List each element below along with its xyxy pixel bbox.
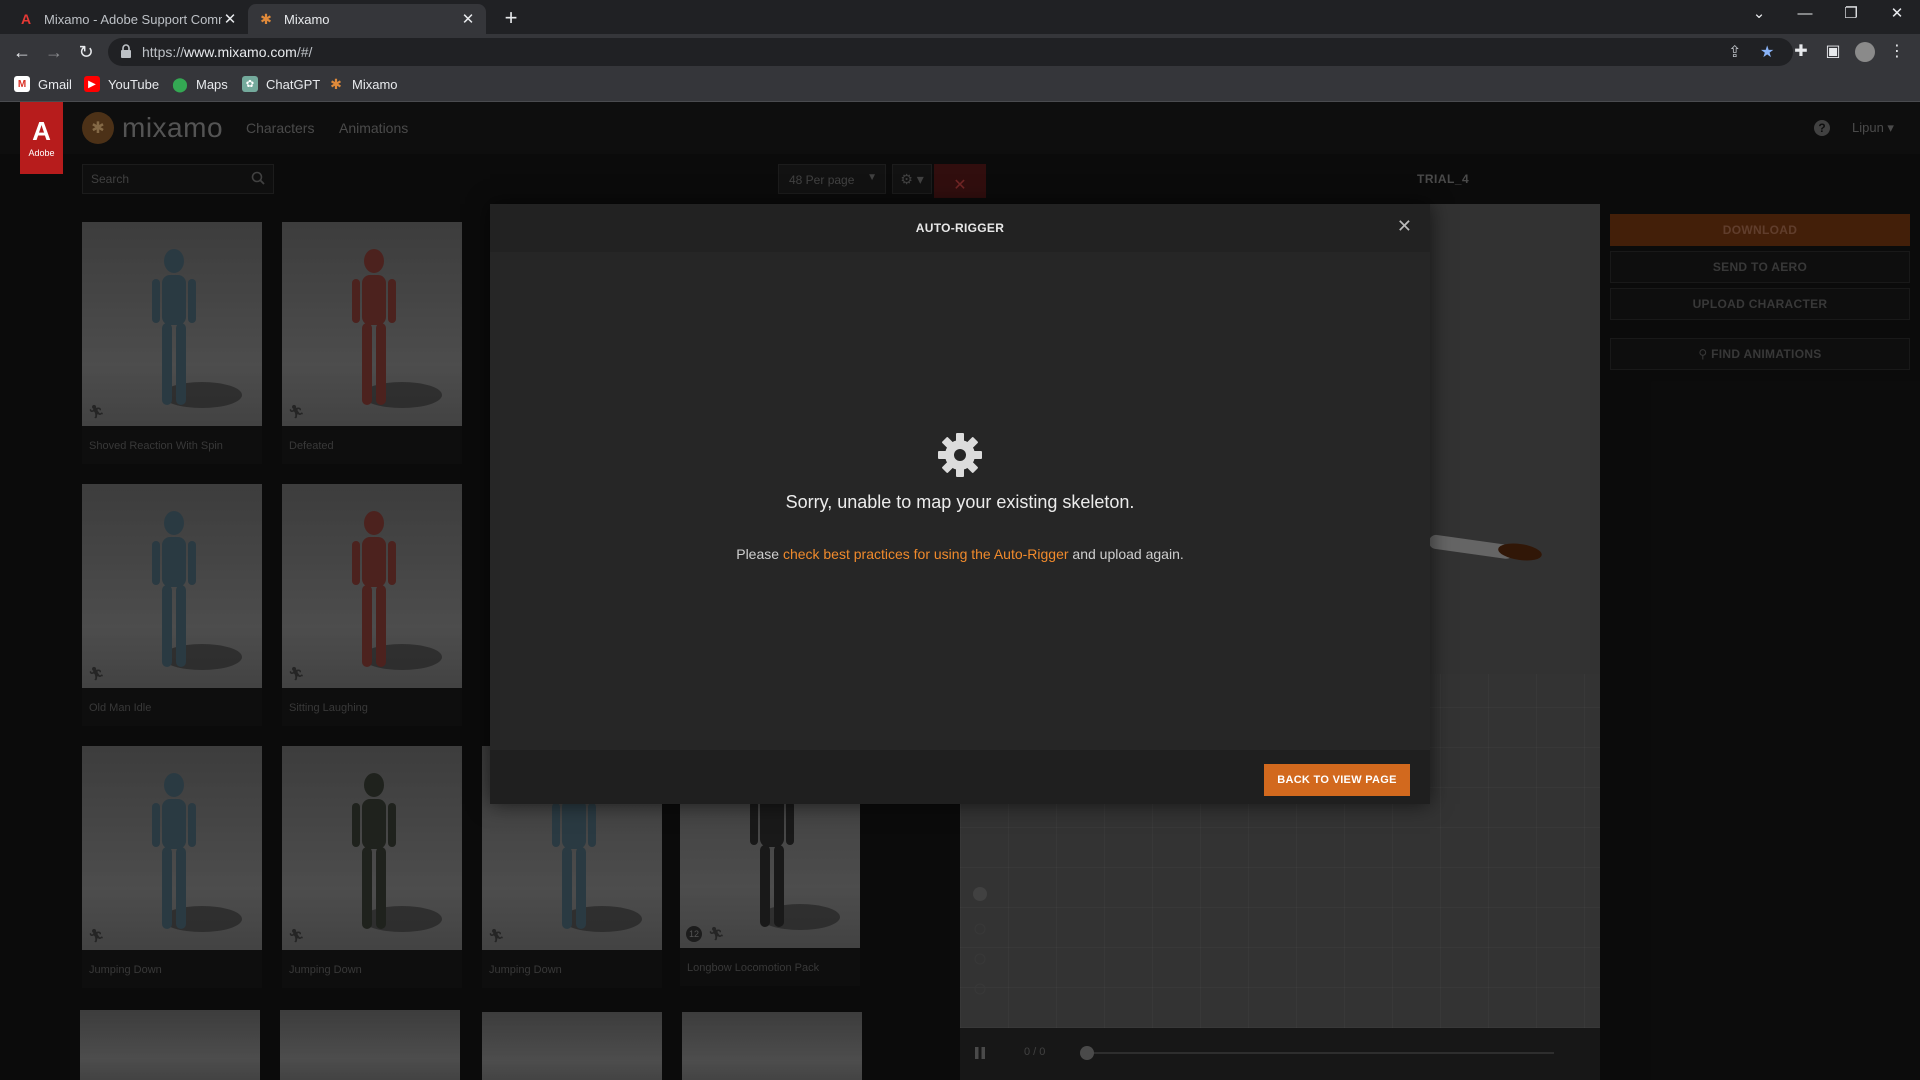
bookmark-mixamo[interactable]: ✱ Mixamo (328, 75, 397, 92)
bookmark-gmail[interactable]: M Gmail (14, 76, 72, 92)
best-practices-link[interactable]: check best practices for using the Auto-… (783, 546, 1069, 562)
adobe-favicon-icon: A (20, 11, 32, 27)
maps-pin-icon: ⬤ (172, 75, 188, 92)
gear-icon (938, 433, 982, 477)
gmail-icon: M (14, 76, 30, 92)
share-icon[interactable]: ⇪ (1728, 42, 1741, 62)
bookmark-maps[interactable]: ⬤ Maps (172, 76, 228, 92)
tab-title: Mixamo (284, 11, 330, 27)
browser-tab-bar: A Mixamo - Adobe Support Comm ✕ ✱ Mixamo… (0, 0, 1920, 34)
auto-rigger-dialog: AUTO-RIGGER ✕ Sorry, unable to map your … (490, 204, 1430, 804)
menu-kebab-icon[interactable]: ⋮ (1884, 39, 1910, 65)
bookmark-youtube[interactable]: ▶ YouTube (84, 76, 159, 92)
bookmark-star-icon[interactable]: ★ (1760, 42, 1774, 62)
mixamo-favicon-icon: ✱ (260, 10, 272, 27)
new-tab-button[interactable]: + (498, 5, 524, 31)
tab-adobe-support[interactable]: A Mixamo - Adobe Support Comm ✕ (8, 4, 248, 34)
forward-icon[interactable]: → (40, 39, 68, 65)
tab-mixamo[interactable]: ✱ Mixamo ✕ (248, 4, 486, 34)
dialog-title: AUTO-RIGGER (915, 221, 1005, 235)
close-window-button[interactable]: ✕ (1874, 0, 1920, 30)
bookmarks-bar: M Gmail ▶ YouTube ⬤ Maps ✿ ChatGPT ✱ Mix… (0, 70, 1920, 102)
tab-search-icon[interactable]: ⌄ (1736, 0, 1782, 30)
tab-title: Mixamo - Adobe Support Comm (44, 11, 222, 27)
close-icon[interactable]: ✕ (1397, 216, 1412, 237)
lock-icon (121, 44, 131, 58)
chatgpt-icon: ✿ (242, 76, 258, 92)
dialog-footer: BACK TO VIEW PAGE (490, 750, 1430, 804)
profile-avatar[interactable] (1852, 39, 1878, 65)
address-bar[interactable]: https://www.mixamo.com/#/ ⇪ ★ (108, 38, 1793, 66)
mixamo-icon: ✱ (330, 75, 342, 92)
error-message: Sorry, unable to map your existing skele… (785, 492, 1135, 512)
back-icon[interactable]: ← (8, 39, 36, 65)
close-tab-icon[interactable]: ✕ (222, 10, 238, 28)
url-text: https://www.mixamo.com/#/ (142, 44, 313, 60)
reload-icon[interactable]: ↻ (72, 39, 100, 65)
close-tab-icon[interactable]: ✕ (460, 10, 476, 28)
dialog-header: AUTO-RIGGER ✕ (490, 204, 1430, 252)
minimize-button[interactable]: — (1782, 0, 1828, 30)
side-panel-icon[interactable]: ▣ (1820, 39, 1846, 65)
adobe-a-icon: A (32, 116, 51, 146)
error-hint: Please check best practices for using th… (736, 546, 1184, 562)
extensions-icon[interactable]: ✚ (1788, 39, 1814, 65)
restore-button[interactable]: ❐ (1828, 0, 1874, 30)
back-to-view-page-button[interactable]: BACK TO VIEW PAGE (1264, 764, 1410, 796)
address-toolbar: ← → ↻ https://www.mixamo.com/#/ ⇪ ★ ✚ ▣ … (0, 34, 1920, 70)
adobe-logo[interactable]: A Adobe (20, 102, 63, 174)
youtube-icon: ▶ (84, 76, 100, 92)
bookmark-chatgpt[interactable]: ✿ ChatGPT (242, 76, 320, 92)
